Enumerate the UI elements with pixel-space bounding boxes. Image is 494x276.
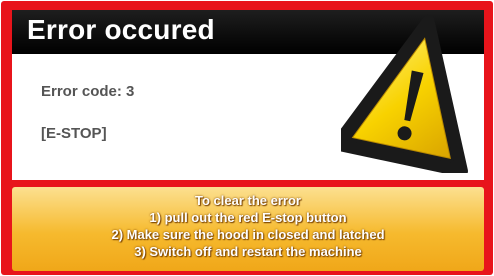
error-code-label: Error code: 3 [41,83,135,100]
instruction-step-1: 1) pull out the red E-stop button [149,210,347,225]
instruction-step-3: 3) Switch off and restart the machine [134,244,362,259]
error-name-label: [E-STOP] [41,125,107,142]
instructions-heading: To clear the error [195,193,301,208]
error-dialog: Error occured Error code: 3 [E-STOP] To … [1,1,493,275]
instructions-panel: To clear the error 1) pull out the red E… [12,187,484,271]
dialog-title: Error occured [27,14,215,45]
instruction-step-2: 2) Make sure the hood in closed and latc… [111,227,385,242]
warning-triangle-icon [341,14,468,173]
